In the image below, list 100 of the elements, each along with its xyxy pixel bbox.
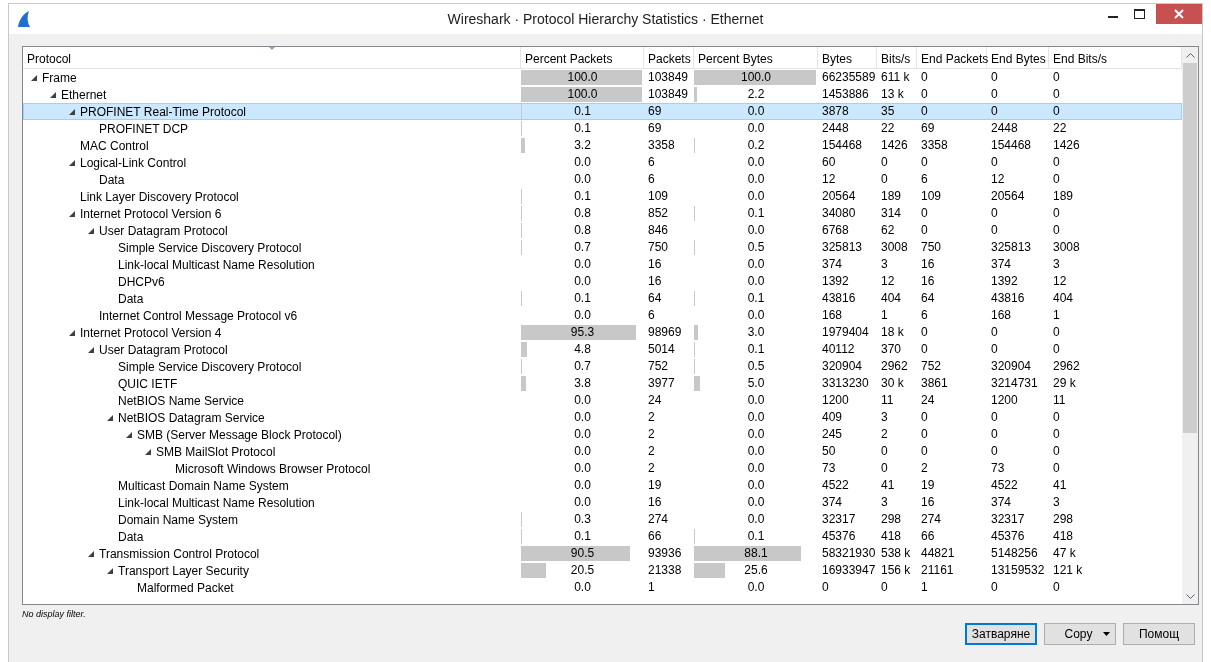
table-cell: 3008: [881, 240, 908, 254]
table-row[interactable]: Internet Control Message Protocol v6 0.0 6 0.0 168 1 6 168 1: [23, 307, 1182, 324]
table-row[interactable]: Data 0.1 66 0.1 45376 418 66 45376 418: [23, 528, 1182, 545]
scrollbar[interactable]: [1182, 47, 1198, 604]
maximize-button[interactable]: [1133, 9, 1145, 19]
table-row[interactable]: SMB (Server Message Block Protocol) 0.0 2 0.0 245 2 0 0 0: [23, 426, 1182, 443]
table-cell: 750: [921, 240, 942, 254]
table-cell: 752: [921, 359, 942, 373]
table-cell: 0: [921, 104, 928, 118]
table-cell: 168: [822, 308, 843, 322]
table-row[interactable]: Transmission Control Protocol 90.5 93936 88.1 58321930 538 k 44821 5148256 47 k: [23, 545, 1182, 562]
table-cell: 274: [921, 512, 942, 526]
expanded-arrow-icon[interactable]: [106, 413, 114, 422]
expanded-arrow-icon[interactable]: [68, 209, 76, 218]
table-row[interactable]: Internet Protocol Version 4 95.3 98969 3.0 1979404 18 k 0 0 0: [23, 324, 1182, 341]
protocol-name: PROFINET Real-Time Protocol: [80, 104, 247, 119]
table-row[interactable]: NetBIOS Datagram Service 0.0 2 0.0 409 3 0 0 0: [23, 409, 1182, 426]
table-cell: 298: [881, 512, 902, 526]
table-row[interactable]: Transport Layer Security 20.5 21338 25.6 16933947 156 k 21161 13159532 121 k: [23, 562, 1182, 579]
column-header[interactable]: Packets: [644, 47, 694, 68]
table-cell: 0.0: [574, 460, 591, 477]
table-row[interactable]: DHCPv6 0.0 16 0.0 1392 12 16 1392 12: [23, 273, 1182, 290]
table-row[interactable]: Link-local Multicast Name Resolution 0.0 16 0.0 374 3 16 374 3: [23, 256, 1182, 273]
table-cell: 0.8: [574, 205, 591, 222]
scroll-down-icon[interactable]: [1185, 593, 1195, 599]
table-cell: 409: [822, 410, 843, 424]
dialog-button[interactable]: Помощ: [1123, 623, 1195, 645]
table-cell: 3313230: [822, 376, 869, 390]
table-cell: 1453886: [822, 87, 869, 101]
dialog-button[interactable]: Затваряне: [965, 623, 1037, 645]
protocol-name: NetBIOS Name Service: [118, 393, 245, 408]
table-cell: 0: [1053, 427, 1060, 441]
expanded-arrow-icon[interactable]: [87, 549, 95, 558]
expanded-arrow-icon[interactable]: [30, 73, 38, 82]
table-cell: 168: [991, 308, 1012, 322]
protocol-name: SMB MailSlot Protocol: [156, 444, 276, 459]
table-cell: 852: [648, 206, 669, 220]
table-row[interactable]: Simple Service Discovery Protocol 0.7 752 0.5 320904 2962 752 320904 2962: [23, 358, 1182, 375]
expanded-arrow-icon[interactable]: [125, 430, 133, 439]
table-row[interactable]: Simple Service Discovery Protocol 0.7 750 0.5 325813 3008 750 325813 3008: [23, 239, 1182, 256]
table-cell: 4.8: [574, 341, 591, 358]
table-row[interactable]: Malformed Packet 0.0 1 0.0 0 0 1 0 0: [23, 579, 1182, 596]
table-row[interactable]: Domain Name System 0.3 274 0.0 32317 298 274 32317 298: [23, 511, 1182, 528]
table-row[interactable]: Data 0.0 6 0.0 12 0 6 12 0: [23, 171, 1182, 188]
table-cell: 0: [881, 461, 888, 475]
table-cell: 22: [1053, 121, 1067, 135]
table-row[interactable]: NetBIOS Name Service 0.0 24 0.0 1200 11 24 1200 11: [23, 392, 1182, 409]
table-cell: 0: [881, 444, 888, 458]
table-row[interactable]: User Datagram Protocol 0.8 846 0.0 6768 62 0 0 0: [23, 222, 1182, 239]
protocol-name: SMB (Server Message Block Protocol): [137, 427, 342, 442]
selected-row-highlight[interactable]: PROFINET Real-Time Protocol 0.1 69 0.0 3878 35 0 0 0: [23, 103, 1182, 120]
table-cell: 16: [921, 495, 935, 509]
table-row[interactable]: PROFINET DCP 0.1 69 0.0 2448 22 69 2448 22: [23, 120, 1182, 137]
table-cell: 0.0: [747, 103, 765, 120]
table-row[interactable]: Ethernet 100.0 103849 2.2 1453886 13 k 0 0 0: [23, 86, 1182, 103]
protocol-name: Link-local Multicast Name Resolution: [118, 495, 315, 510]
table-cell: 0: [991, 325, 998, 339]
column-header[interactable]: End Bytes: [987, 47, 1049, 68]
table-row[interactable]: MAC Control 3.2 3358 0.2 154468 1426 3358 154468 1426: [23, 137, 1182, 154]
table-cell: 6: [921, 172, 928, 186]
expanded-arrow-icon[interactable]: [49, 90, 57, 99]
column-header[interactable]: End Packets: [917, 47, 987, 68]
table-row[interactable]: QUIC IETF 3.8 3977 5.0 3313230 30 k 3861 3214731 29 k: [23, 375, 1182, 392]
table-row[interactable]: Frame 100.0 103849 100.0 66235589 611 k 0 0 0: [23, 69, 1182, 86]
table-cell: 4522: [822, 478, 849, 492]
table-row[interactable]: Internet Protocol Version 6 0.8 852 0.1 34080 314 0 0 0: [23, 205, 1182, 222]
column-header[interactable]: Bits/s: [877, 47, 917, 68]
table-cell: 19: [921, 478, 935, 492]
scroll-thumb[interactable]: [1183, 63, 1197, 433]
copy-menu-button[interactable]: Copy: [1044, 623, 1116, 645]
column-header[interactable]: Percent Bytes: [694, 47, 818, 68]
table-cell: 0.1: [747, 341, 765, 358]
table-cell: 1392: [991, 274, 1018, 288]
expanded-arrow-icon[interactable]: [68, 328, 76, 337]
expanded-arrow-icon[interactable]: [106, 566, 114, 575]
expanded-arrow-icon[interactable]: [87, 345, 95, 354]
table-cell: 1: [648, 580, 655, 594]
table-row[interactable]: Logical-Link Control 0.0 6 0.0 60 0 0 0 0: [23, 154, 1182, 171]
expanded-arrow-icon[interactable]: [68, 107, 76, 116]
table-cell: 18 k: [881, 325, 904, 339]
table-cell: 16: [648, 495, 662, 509]
table-cell: 45376: [991, 529, 1025, 543]
table-row[interactable]: Data 0.1 64 0.1 43816 404 64 43816 404: [23, 290, 1182, 307]
close-button[interactable]: [1156, 4, 1202, 24]
table-row[interactable]: SMB MailSlot Protocol 0.0 2 0.0 50 0 0 0 0: [23, 443, 1182, 460]
table-row[interactable]: Multicast Domain Name System 0.0 19 0.0 4522 41 19 4522 41: [23, 477, 1182, 494]
scroll-up-icon[interactable]: [1185, 52, 1195, 58]
table-cell: 3214731: [991, 376, 1038, 390]
expanded-arrow-icon[interactable]: [87, 226, 95, 235]
expanded-arrow-icon[interactable]: [68, 158, 76, 167]
column-header[interactable]: Percent Packets: [521, 47, 644, 68]
table-row[interactable]: Microsoft Windows Browser Protocol 0.0 2 0.0 73 0 2 73 0: [23, 460, 1182, 477]
table-cell: 32317: [822, 512, 856, 526]
table-cell: 34080: [822, 206, 856, 220]
column-header[interactable]: Bytes: [818, 47, 877, 68]
table-row[interactable]: Link-local Multicast Name Resolution 0.0 16 0.0 374 3 16 374 3: [23, 494, 1182, 511]
table-cell: 325813: [822, 240, 863, 254]
table-row[interactable]: User Datagram Protocol 4.8 5014 0.1 40112 370 0 0 0: [23, 341, 1182, 358]
table-row[interactable]: Link Layer Discovery Protocol 0.1 109 0.0 20564 189 109 20564 189: [23, 188, 1182, 205]
expanded-arrow-icon[interactable]: [144, 447, 152, 456]
